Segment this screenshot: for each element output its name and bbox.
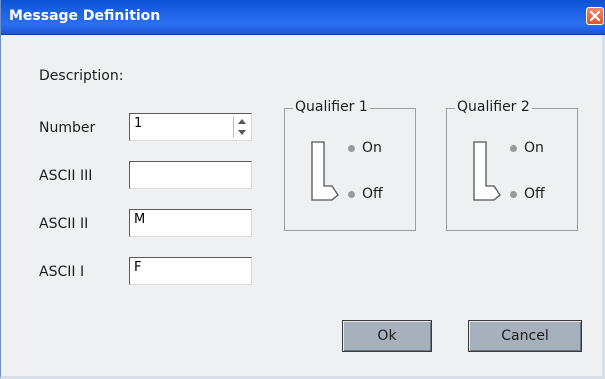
ascii3-input[interactable]	[129, 161, 252, 189]
ascii3-label: ASCII III	[39, 168, 93, 184]
ascii1-input[interactable]: F	[129, 257, 252, 285]
ascii2-value: M	[134, 212, 146, 227]
cancel-button[interactable]: Cancel	[468, 320, 582, 352]
ascii1-label: ASCII I	[39, 264, 85, 280]
qualifier-2-title: Qualifier 2	[455, 99, 532, 115]
qualifier-1-on-label: On	[362, 140, 382, 156]
qualifier-2-on-label: On	[524, 140, 544, 156]
number-stepper[interactable]: 1	[129, 113, 252, 141]
qualifier-2-off-label: Off	[524, 186, 545, 202]
qualifier-1-off-label: Off	[362, 186, 383, 202]
qualifier-1-group	[284, 108, 416, 231]
window-title: Message Definition	[9, 8, 161, 24]
number-value: 1	[134, 116, 143, 131]
ascii2-label: ASCII II	[39, 216, 89, 232]
ascii1-value: F	[134, 260, 142, 275]
ok-button[interactable]: Ok	[342, 320, 432, 352]
number-label: Number	[39, 120, 96, 136]
description-label: Description:	[39, 68, 124, 84]
qualifier-2-off-indicator	[510, 191, 517, 198]
spin-up-icon[interactable]	[234, 116, 249, 127]
message-definition-dialog: Message Definition Description: Number 1…	[0, 0, 605, 379]
qualifier-2-switch[interactable]	[470, 140, 502, 206]
number-spinner[interactable]	[233, 116, 249, 138]
ascii2-input[interactable]: M	[129, 209, 252, 237]
qualifier-1-title: Qualifier 1	[293, 99, 370, 115]
qualifier-1-on-indicator	[348, 145, 355, 152]
close-icon	[589, 10, 601, 22]
qualifier-2-on-indicator	[510, 145, 517, 152]
title-bar[interactable]: Message Definition	[1, 0, 605, 35]
qualifier-1-switch[interactable]	[308, 140, 340, 206]
close-button[interactable]	[586, 7, 604, 25]
qualifier-2-group	[446, 108, 578, 231]
qualifier-1-off-indicator	[348, 191, 355, 198]
spin-down-icon[interactable]	[234, 127, 249, 138]
